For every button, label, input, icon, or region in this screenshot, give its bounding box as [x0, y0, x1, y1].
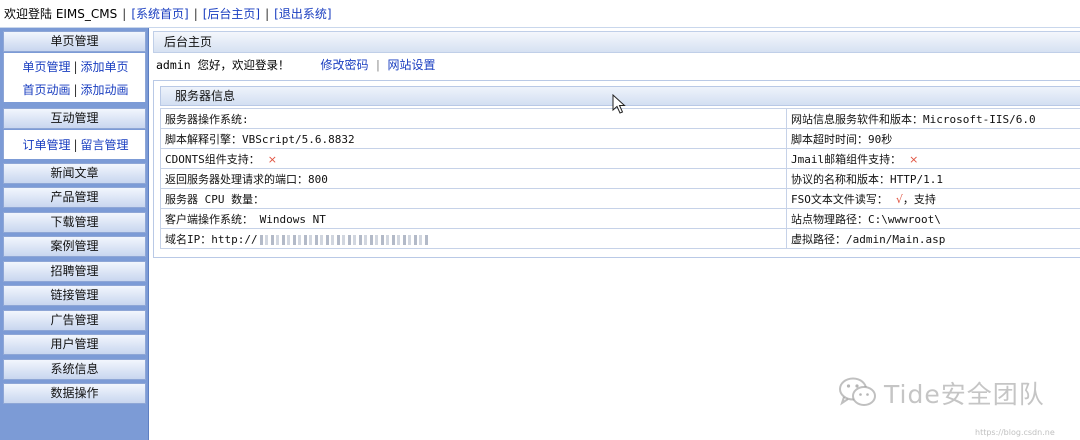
menu-links[interactable]: 链接管理	[3, 285, 146, 306]
cell-label: 域名IP：http://	[165, 232, 258, 246]
menu-downloads[interactable]: 下载管理	[3, 212, 146, 233]
check-icon: √	[895, 192, 903, 206]
cell-label: Jmail邮箱组件支持：	[791, 152, 902, 166]
menu-interaction[interactable]: 互动管理	[3, 108, 146, 129]
cross-icon: ×	[267, 152, 277, 166]
menu-cases[interactable]: 案例管理	[3, 236, 146, 257]
topbar-separator: |	[265, 6, 270, 21]
watermark-text: Tide安全团队	[884, 380, 1045, 409]
mouse-cursor-icon	[612, 94, 626, 114]
order-manage-link[interactable]: 订单管理	[22, 138, 70, 152]
fso-support-text: ，支持	[902, 192, 936, 206]
table-cell: 服务器 CPU 数量：	[160, 188, 787, 209]
table-row: 服务器 CPU 数量： FSO文本文件读写： √，支持	[160, 188, 1080, 209]
table-cell: 站点物理路径：C:\wwwroot\	[786, 208, 1080, 229]
topbar-separator: |	[122, 6, 127, 21]
table-cell: 脚本超时时间：90秒	[786, 128, 1080, 149]
table-cell: 服务器操作系统:	[160, 108, 787, 129]
table-cell: 域名IP：http://	[160, 228, 787, 249]
cell-label: CDONTS组件支持：	[165, 152, 260, 166]
menu-users[interactable]: 用户管理	[3, 334, 146, 355]
table-cell: 脚本解释引擎：VBScript/5.6.8832	[160, 128, 787, 149]
change-password-link[interactable]: 修改密码	[320, 58, 368, 72]
welcome-separator: |	[374, 58, 382, 72]
menu-row: 首页动画 | 添加动画	[4, 81, 147, 99]
table-cell: 协议的名称和版本：HTTP/1.1	[786, 168, 1080, 189]
menu-row: 订单管理 | 留言管理	[4, 136, 147, 154]
message-manage-link[interactable]: 留言管理	[81, 138, 129, 152]
single-page-manage-link[interactable]: 单页管理	[22, 60, 70, 74]
cross-icon: ×	[909, 152, 919, 166]
table-cell: FSO文本文件读写： √，支持	[786, 188, 1080, 209]
menu-separator: |	[73, 138, 78, 152]
welcome-line: admin 您好，欢迎登录！ 修改密码 | 网站设置	[156, 57, 435, 73]
source-url: https://blog.csdn.ne	[975, 428, 1055, 437]
cell-label: FSO文本文件读写：	[791, 192, 888, 206]
watermark: Tide安全团队	[838, 372, 1068, 414]
system-home-link[interactable]: [系统首页]	[131, 5, 188, 22]
menu-separator: |	[73, 83, 78, 97]
menu-recruitment[interactable]: 招聘管理	[3, 261, 146, 282]
menu-ads[interactable]: 广告管理	[3, 310, 146, 331]
table-row: CDONTS组件支持： × Jmail邮箱组件支持： ×	[160, 148, 1080, 169]
menu-row: 单页管理 | 添加单页	[4, 58, 147, 76]
table-cell: Jmail邮箱组件支持： ×	[786, 148, 1080, 169]
breadcrumb: 后台主页	[153, 31, 1080, 53]
redacted-ip	[259, 234, 430, 245]
table-row: 返回服务器处理请求的端口：800 协议的名称和版本：HTTP/1.1	[160, 168, 1080, 189]
topbar-separator: |	[193, 6, 198, 21]
menu-products[interactable]: 产品管理	[3, 187, 146, 208]
menu-single-page-body: 单页管理 | 添加单页 首页动画 | 添加动画	[3, 53, 146, 102]
table-row: 脚本解释引擎：VBScript/5.6.8832 脚本超时时间：90秒	[160, 128, 1080, 149]
menu-single-page[interactable]: 单页管理	[3, 31, 146, 52]
top-bar: 欢迎登陆 EIMS_CMS | [系统首页] | [后台主页] | [退出系统]	[0, 0, 1080, 28]
menu-interaction-body: 订单管理 | 留言管理	[3, 130, 146, 159]
wechat-icon	[839, 377, 876, 406]
welcome-text: 欢迎登陆 EIMS_CMS	[4, 7, 118, 21]
menu-news[interactable]: 新闻文章	[3, 163, 146, 184]
site-settings-link[interactable]: 网站设置	[387, 58, 435, 72]
admin-greeting: admin 您好，欢迎登录！	[156, 58, 290, 72]
server-info-table: 服务器操作系统: 网站信息服务软件和版本：Microsoft-IIS/6.0 脚…	[160, 108, 1080, 249]
home-animation-link[interactable]: 首页动画	[22, 83, 70, 97]
table-cell: 客户端操作系统： Windows NT	[160, 208, 787, 229]
table-cell: 虚拟路径：/admin/Main.asp	[786, 228, 1080, 249]
table-cell: 网站信息服务软件和版本：Microsoft-IIS/6.0	[786, 108, 1080, 129]
logout-link[interactable]: [退出系统]	[274, 5, 331, 22]
menu-system-info[interactable]: 系统信息	[3, 359, 146, 380]
add-animation-link[interactable]: 添加动画	[81, 83, 129, 97]
menu-data-ops[interactable]: 数据操作	[3, 383, 146, 404]
table-row: 域名IP：http:// 虚拟路径：/admin/Main.asp	[160, 228, 1080, 249]
table-cell: CDONTS组件支持： ×	[160, 148, 787, 169]
add-single-page-link[interactable]: 添加单页	[81, 60, 129, 74]
sidebar: 单页管理 单页管理 | 添加单页 首页动画 | 添加动画 互动管理 订单管理 | 留言管理 …	[0, 28, 149, 440]
table-cell: 返回服务器处理请求的端口：800	[160, 168, 787, 189]
menu-separator: |	[73, 60, 78, 74]
admin-home-link[interactable]: [后台主页]	[203, 5, 260, 22]
table-row: 客户端操作系统： Windows NT 站点物理路径：C:\wwwroot\	[160, 208, 1080, 229]
